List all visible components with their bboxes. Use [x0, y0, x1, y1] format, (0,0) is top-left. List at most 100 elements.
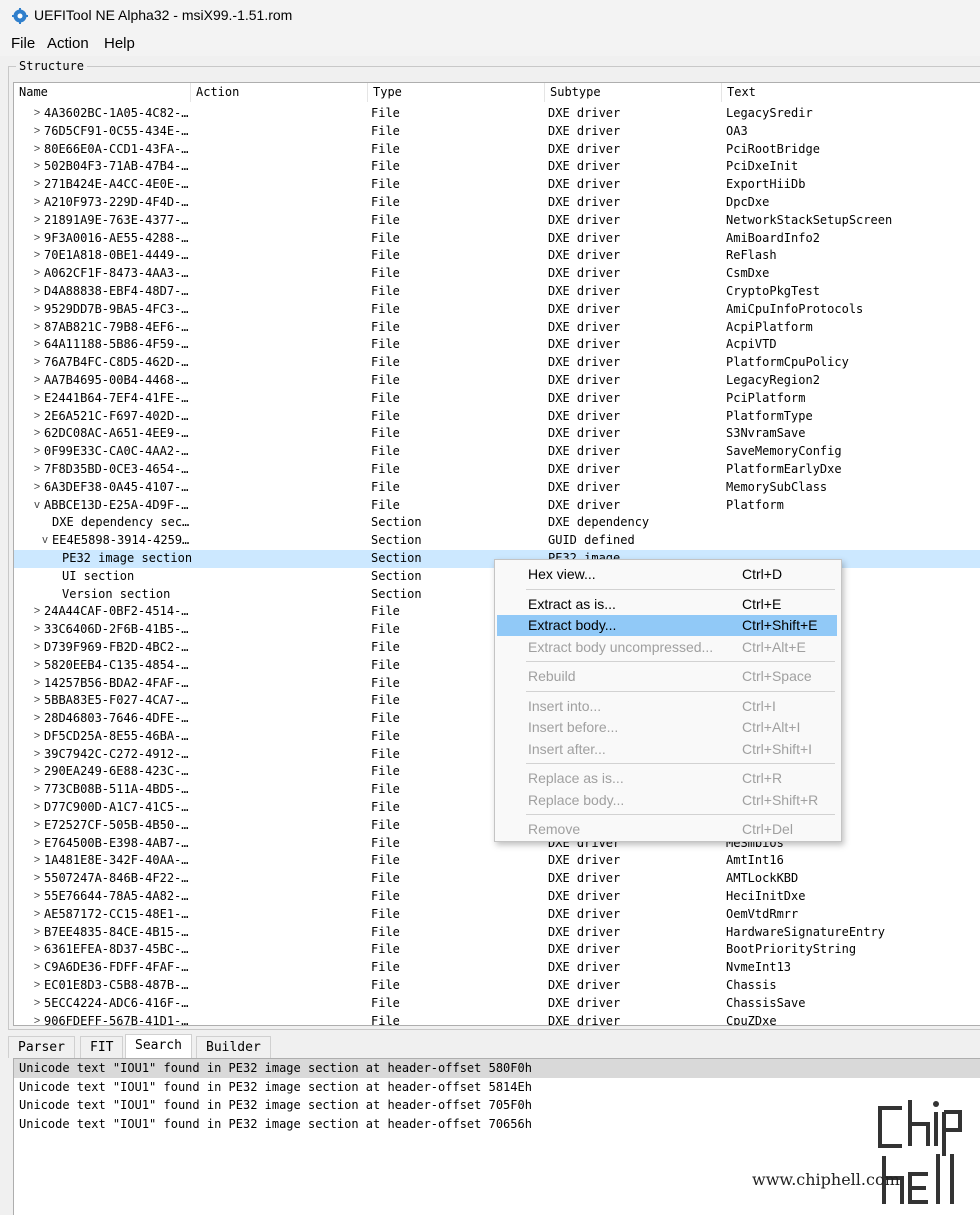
- column-header-text[interactable]: Text: [722, 83, 980, 102]
- tree-row[interactable]: >6A3DEF38-0A45-4107-… File DXE driver Memor…: [14, 479, 980, 497]
- menu-item-extract-body-uncompressed[interactable]: Extract body uncompressed... Ctrl+Alt+E: [497, 637, 837, 658]
- chevron-right-icon[interactable]: >: [32, 639, 42, 657]
- tree-row[interactable]: > E2441B64-7EF4-41FE-… File DXE driver PciPl…: [14, 390, 980, 408]
- tab-search[interactable]: Search: [125, 1034, 192, 1059]
- chevron-right-icon[interactable]: >: [32, 692, 42, 710]
- chevron-right-icon[interactable]: >: [32, 372, 42, 390]
- chevron-right-icon[interactable]: >: [32, 265, 42, 283]
- menu-item-rebuild[interactable]: Rebuild Ctrl+Space: [497, 666, 837, 687]
- menu-item-extract-as-is[interactable]: Extract as is... Ctrl+E: [497, 594, 837, 615]
- tree-row[interactable]: >64A11188-5B86-4F59-… File DXE driver AcpiV…: [14, 336, 980, 354]
- chevron-down-icon[interactable]: v: [32, 497, 42, 515]
- chevron-right-icon[interactable]: >: [32, 479, 42, 497]
- chevron-right-icon[interactable]: >: [32, 941, 42, 959]
- tree-row[interactable]: >2E6A521C-F697-402D-… File DXE driver Platf…: [14, 408, 980, 426]
- menu-item-replace-as-is[interactable]: Replace as is... Ctrl+R: [497, 768, 837, 789]
- chevron-right-icon[interactable]: >: [32, 319, 42, 337]
- tree-row[interactable]: >76A7B4FC-C8D5-462D-… File DXE driver Platf…: [14, 354, 980, 372]
- menu-item-remove[interactable]: Remove Ctrl+Del: [497, 819, 837, 840]
- chevron-right-icon[interactable]: >: [32, 390, 42, 408]
- menu-item-insert-after[interactable]: Insert after... Ctrl+Shift+I: [497, 739, 837, 760]
- chevron-right-icon[interactable]: >: [32, 906, 42, 924]
- chevron-right-icon[interactable]: >: [32, 283, 42, 301]
- structure-tree[interactable]: Name Action Type Subtype Text >4A3602BC-…: [13, 82, 980, 1026]
- tree-row[interactable]: >906FDEFF-567B-41D1-… File DXE driver CpuZD…: [14, 1013, 980, 1025]
- tree-row[interactable]: >76D5CF91-0C55-434E-… File DXE driver OA3: [14, 123, 980, 141]
- tree-row[interactable]: >55E76644-78A5-4A82-… File DXE driver HeciI…: [14, 888, 980, 906]
- tree-row[interactable]: v EE4E5898-3914-4259… Section GUID defined: [14, 532, 980, 550]
- chevron-right-icon[interactable]: >: [32, 123, 42, 141]
- chevron-right-icon[interactable]: >: [32, 158, 42, 176]
- chevron-right-icon[interactable]: >: [32, 194, 42, 212]
- chevron-right-icon[interactable]: >: [32, 443, 42, 461]
- chevron-down-icon[interactable]: v: [40, 532, 50, 550]
- tree-row[interactable]: >9F3A0016-AE55-4288-… File DXE driver AmiBo…: [14, 230, 980, 248]
- chevron-right-icon[interactable]: >: [32, 852, 42, 870]
- tree-row[interactable]: >9529DD7B-9BA5-4FC3-… File DXE driver AmiCp…: [14, 301, 980, 319]
- menu-file[interactable]: File: [11, 35, 35, 52]
- chevron-right-icon[interactable]: >: [32, 959, 42, 977]
- chevron-right-icon[interactable]: >: [32, 212, 42, 230]
- chevron-right-icon[interactable]: >: [32, 799, 42, 817]
- column-header-subtype[interactable]: Subtype: [545, 83, 722, 102]
- chevron-right-icon[interactable]: >: [32, 710, 42, 728]
- tree-row[interactable]: v ABBCE13D-E25A-4D9F-… File DXE driver Platf…: [14, 497, 980, 515]
- tree-row[interactable]: >7F8D35BD-0CE3-4654-… File DXE driver Platf…: [14, 461, 980, 479]
- tree-row[interactable]: >1A481E8E-342F-40AA-… File DXE driver AmtIn…: [14, 852, 980, 870]
- tab-parser[interactable]: Parser: [8, 1036, 75, 1058]
- menu-item-insert-before[interactable]: Insert before... Ctrl+Alt+I: [497, 717, 837, 738]
- chevron-right-icon[interactable]: >: [32, 336, 42, 354]
- tree-row[interactable]: > B7EE4835-84CE-4B15-… File DXE driver Hardw…: [14, 924, 980, 942]
- tab-fit[interactable]: FIT: [80, 1036, 124, 1058]
- chevron-right-icon[interactable]: >: [32, 835, 42, 853]
- chevron-right-icon[interactable]: >: [32, 141, 42, 159]
- chevron-right-icon[interactable]: >: [32, 425, 42, 443]
- chevron-right-icon[interactable]: >: [32, 621, 42, 639]
- menu-action[interactable]: Action: [47, 35, 89, 52]
- chevron-right-icon[interactable]: >: [32, 301, 42, 319]
- menu-item-hex-view[interactable]: Hex view... Ctrl+D: [497, 564, 837, 585]
- tree-row[interactable]: >5507247A-846B-4F22-… File DXE driver AMTLo…: [14, 870, 980, 888]
- chevron-right-icon[interactable]: >: [32, 1013, 42, 1025]
- tree-row[interactable]: >87AB821C-79B8-4EF6-… File DXE driver AcpiP…: [14, 319, 980, 337]
- message-item[interactable]: Unicode text "IOU1" found in PE32 image …: [14, 1078, 980, 1097]
- menu-help[interactable]: Help: [104, 35, 135, 52]
- chevron-right-icon[interactable]: >: [32, 176, 42, 194]
- tree-row[interactable]: DXE dependency sec… Section DXE dependency: [14, 514, 980, 532]
- column-header-type[interactable]: Type: [368, 83, 545, 102]
- tree-row[interactable]: > A062CF1F-8473-4AA3-… File DXE driver CsmDx…: [14, 265, 980, 283]
- chevron-right-icon[interactable]: >: [32, 247, 42, 265]
- chevron-right-icon[interactable]: >: [32, 870, 42, 888]
- tree-row[interactable]: >502B04F3-71AB-47B4-… File DXE driver PciDx…: [14, 158, 980, 176]
- chevron-right-icon[interactable]: >: [32, 603, 42, 621]
- tab-builder[interactable]: Builder: [196, 1036, 271, 1058]
- tree-row[interactable]: >271B424E-A4CC-4E0E-… File DXE driver Expor…: [14, 176, 980, 194]
- message-item[interactable]: Unicode text "IOU1" found in PE32 image …: [14, 1059, 980, 1078]
- chevron-right-icon[interactable]: >: [32, 763, 42, 781]
- tree-row[interactable]: >6361EFEA-8D37-45BC-… File DXE driver BootP…: [14, 941, 980, 959]
- chevron-right-icon[interactable]: >: [32, 230, 42, 248]
- chevron-right-icon[interactable]: >: [32, 461, 42, 479]
- menu-item-insert-into[interactable]: Insert into... Ctrl+I: [497, 696, 837, 717]
- tree-row[interactable]: >80E66E0A-CCD1-43FA-… File DXE driver PciRo…: [14, 141, 980, 159]
- chevron-right-icon[interactable]: >: [32, 977, 42, 995]
- chevron-right-icon[interactable]: >: [32, 675, 42, 693]
- chevron-right-icon[interactable]: >: [32, 781, 42, 799]
- tree-row[interactable]: > AE587172-CC15-48E1-… File DXE driver OemVt…: [14, 906, 980, 924]
- tree-row[interactable]: > AA7B4695-00B4-4468-… File DXE driver Legac…: [14, 372, 980, 390]
- chevron-right-icon[interactable]: >: [32, 105, 42, 123]
- column-header-name[interactable]: Name: [14, 83, 191, 102]
- tree-row[interactable]: >5ECC4224-ADC6-416F-… File DXE driver Chass…: [14, 995, 980, 1013]
- column-header-action[interactable]: Action: [191, 83, 368, 102]
- tree-row[interactable]: >0F99E33C-CA0C-4AA2-… File DXE driver SaveM…: [14, 443, 980, 461]
- tree-row[interactable]: > A210F973-229D-4F4D-… File DXE driver DpcDx…: [14, 194, 980, 212]
- chevron-right-icon[interactable]: >: [32, 657, 42, 675]
- chevron-right-icon[interactable]: >: [32, 408, 42, 426]
- chevron-right-icon[interactable]: >: [32, 888, 42, 906]
- chevron-right-icon[interactable]: >: [32, 924, 42, 942]
- tree-row[interactable]: > D4A88838-EBF4-48D7-… File DXE driver Crypt…: [14, 283, 980, 301]
- chevron-right-icon[interactable]: >: [32, 354, 42, 372]
- menu-item-extract-body[interactable]: Extract body... Ctrl+Shift+E: [497, 615, 837, 636]
- tree-row[interactable]: >62DC08AC-A651-4EE9-… File DXE driver S3Nvr…: [14, 425, 980, 443]
- tree-row[interactable]: >4A3602BC-1A05-4C82-… File DXE driver Legac…: [14, 105, 980, 123]
